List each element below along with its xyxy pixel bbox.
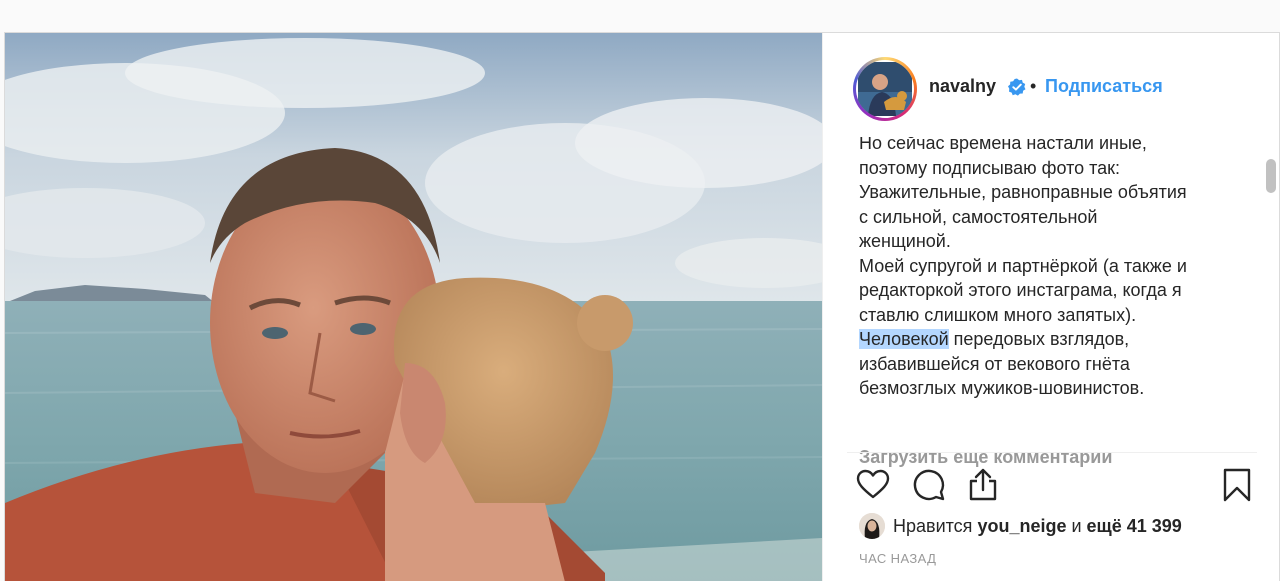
caption-line: передовых взглядов, [948,329,1130,349]
follow-button[interactable]: Подписаться [1045,76,1163,97]
liker-avatar[interactable] [859,513,885,539]
comments-area[interactable]: Но сейчас времена настали иные, поэтому … [823,137,1279,489]
bookmark-icon[interactable] [1219,467,1255,503]
comment-icon[interactable] [911,467,947,503]
likes-prefix: Нравится [893,516,978,536]
divider [847,452,1257,453]
heart-icon[interactable] [855,467,891,503]
selected-text: Человекой [859,329,949,349]
action-bar [823,463,1279,507]
likes-conjunction: и [1066,516,1087,536]
liker-username[interactable]: you_neige [977,516,1066,536]
caption-line: ставлю слишком много запятых). [859,304,1137,325]
likes-count-link[interactable]: ещё 41 399 [1087,516,1182,536]
caption-line: редакторкой этого инстаграма, когда я [859,280,1182,300]
separator-dot: • [1030,76,1037,96]
verified-badge-icon [1008,78,1026,96]
caption-line: Моей супругой и партнёркой (а также и [859,255,1187,276]
instagram-post: navalny • Подписаться Но сейчас времена … [4,32,1280,581]
post-photo[interactable] [5,33,822,581]
post-timestamp[interactable]: ЧАС НАЗАД [859,551,936,566]
post-side-panel: navalny • Подписаться Но сейчас времена … [822,33,1279,581]
username[interactable]: navalny [929,76,996,97]
caption: Но сейчас времена настали иные, поэтому … [859,137,1244,401]
scrollbar-thumb[interactable] [1266,159,1276,193]
caption-line: поэтому подписываю фото так: [859,157,1121,178]
likes-row: Нравится you_neige и ещё 41 399 [859,513,1259,541]
caption-line: Но сейчас времена настали иные, [859,137,1147,153]
share-icon[interactable] [965,467,1001,503]
post-header: navalny • Подписаться [823,33,1279,137]
caption-line: с сильной, самостоятельной [859,206,1098,227]
caption-line: женщиной. [859,231,951,251]
likes-text: Нравится you_neige и ещё 41 399 [893,516,1182,537]
avatar[interactable] [856,60,914,118]
caption-line: безмозглых мужиков-шовинистов. [859,378,1145,398]
caption-line: избавившейся от векового гнёта [859,353,1130,374]
caption-line: Уважительные, равноправные объятия [859,182,1187,202]
story-ring[interactable] [853,57,917,121]
